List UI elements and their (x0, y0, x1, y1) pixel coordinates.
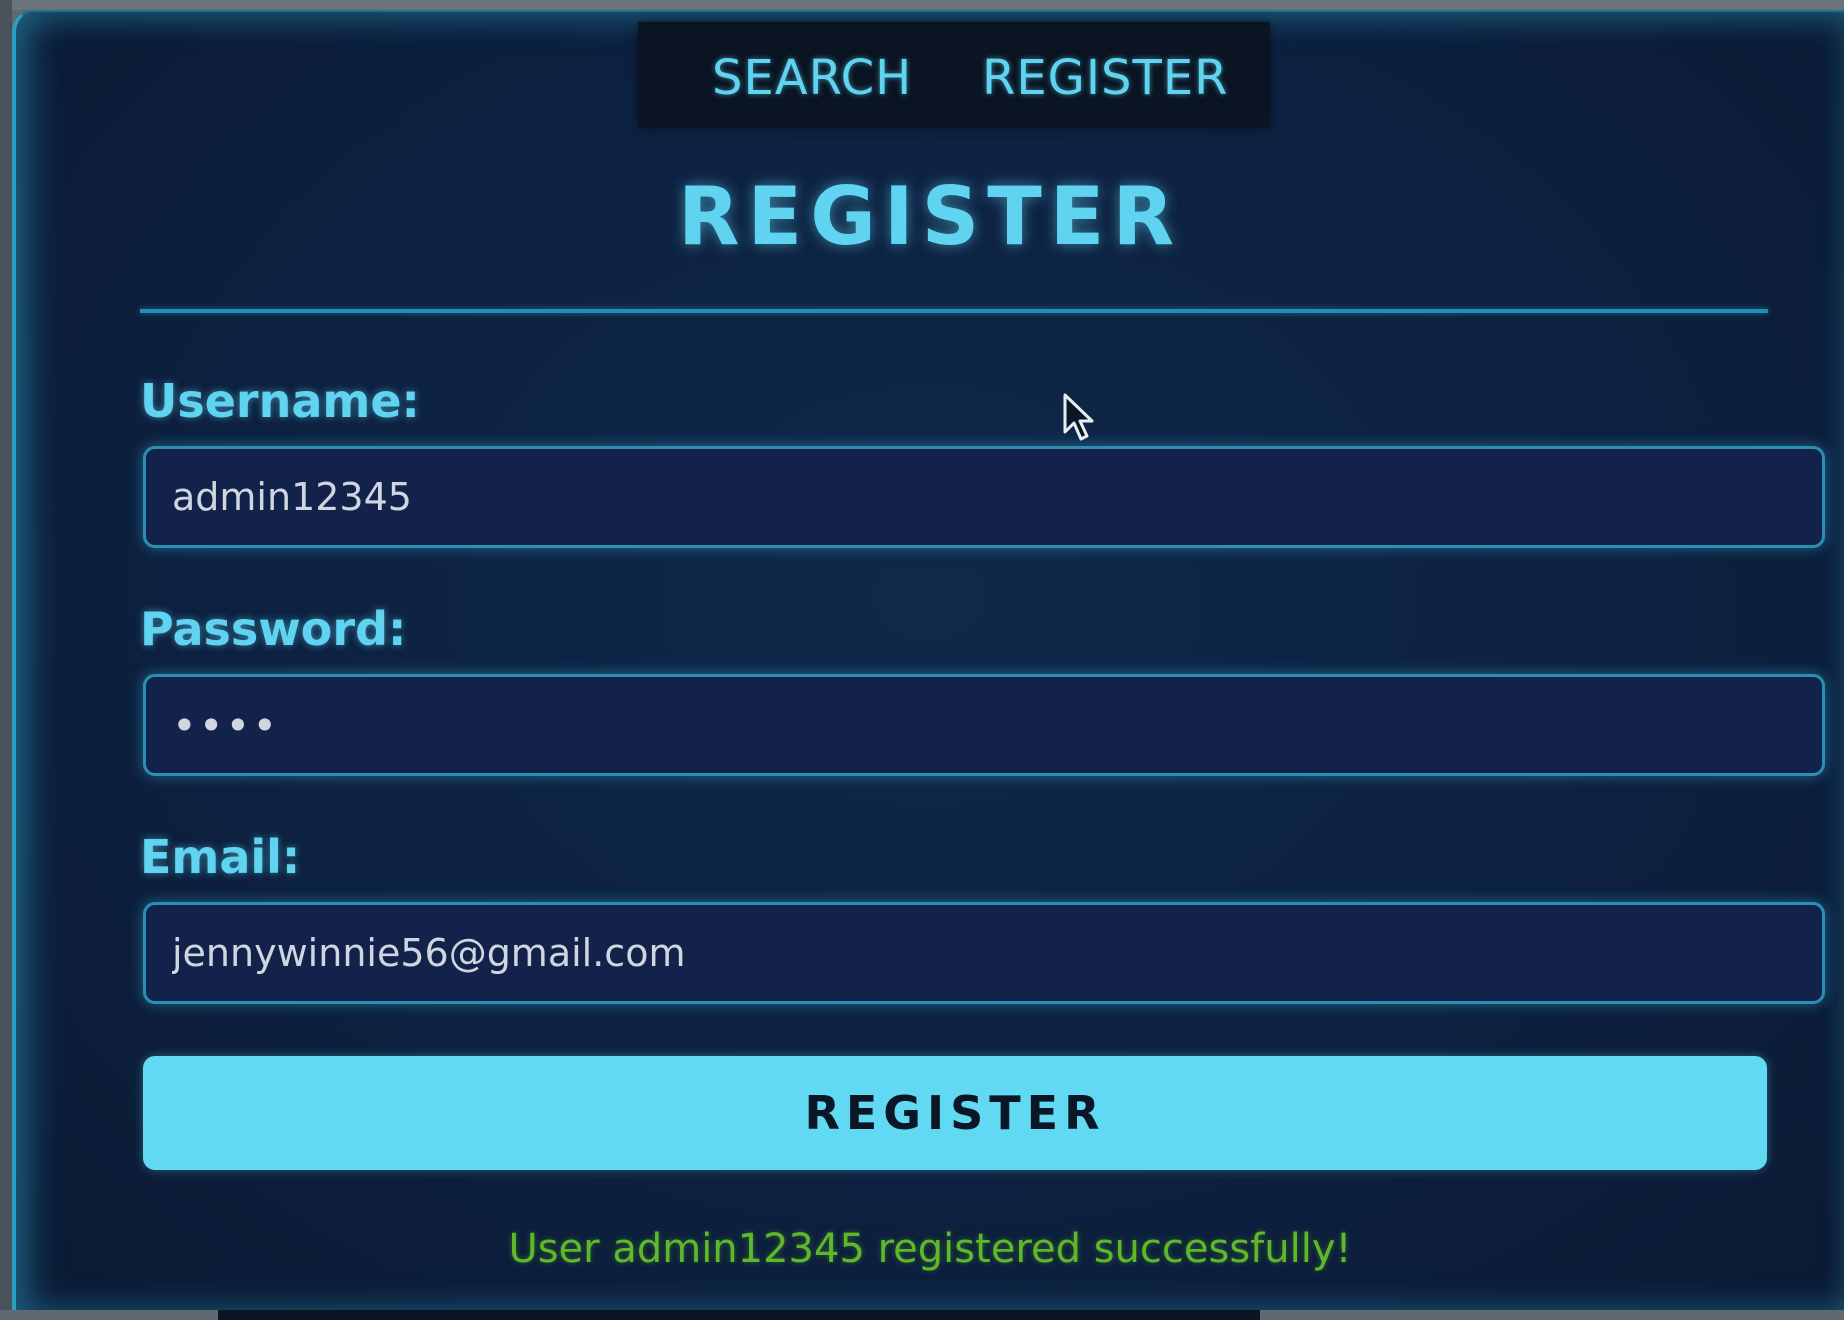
page-title: REGISTER (677, 170, 1183, 263)
nav-search-link[interactable]: SEARCH (712, 50, 912, 106)
register-button[interactable]: REGISTER (143, 1056, 1767, 1170)
browser-top-strip (0, 0, 1844, 10)
mouse-pointer-icon (1063, 393, 1094, 441)
register-card: SEARCH REGISTER REGISTER Username: Passw… (12, 10, 1844, 1310)
top-nav: SEARCH REGISTER (638, 22, 1270, 128)
email-label: Email: (140, 830, 301, 884)
browser-left-strip (0, 0, 12, 1320)
nav-register-link[interactable]: REGISTER (982, 50, 1229, 106)
reflected-nav-bar (218, 1310, 1260, 1320)
password-field[interactable] (143, 674, 1825, 776)
email-field[interactable] (143, 902, 1825, 1004)
title-divider (140, 309, 1768, 313)
success-message: User admin12345 registered successfully! (508, 1226, 1352, 1272)
username-label: Username: (140, 374, 420, 428)
password-label: Password: (140, 602, 407, 656)
username-field[interactable] (143, 446, 1825, 548)
